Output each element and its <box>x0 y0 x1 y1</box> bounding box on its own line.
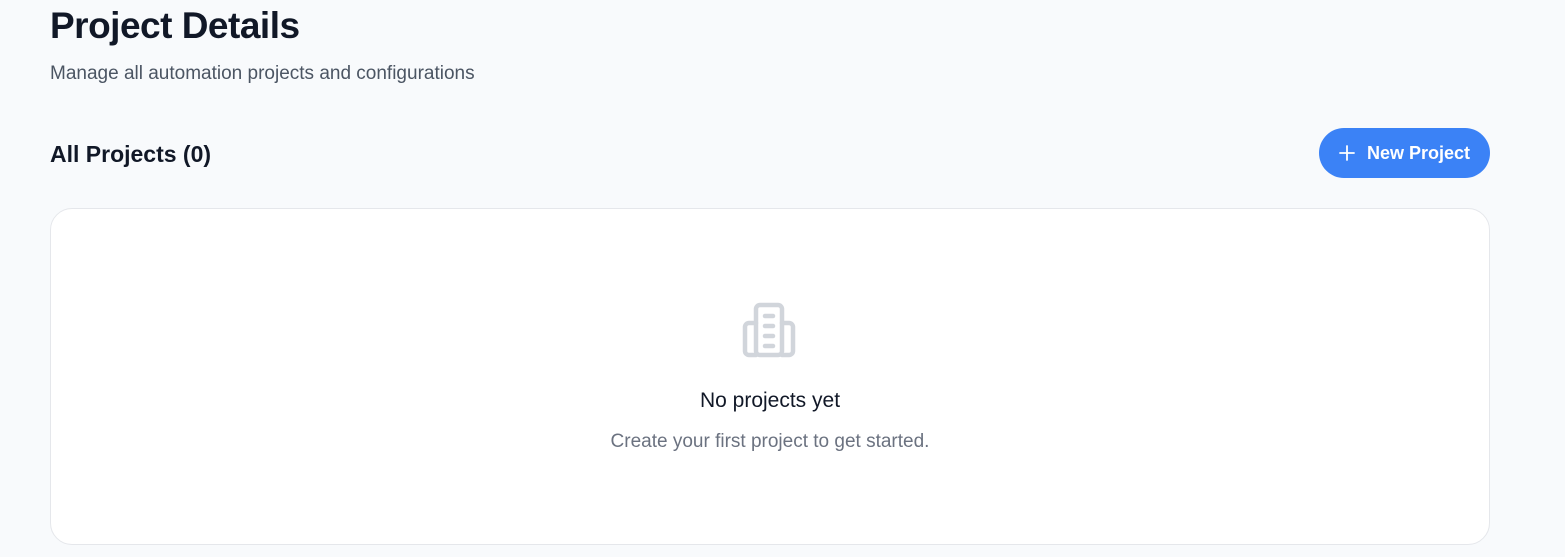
projects-section-title: All Projects (0) <box>50 141 212 167</box>
new-project-button[interactable]: New Project <box>1319 128 1490 178</box>
page-title: Project Details <box>50 5 300 46</box>
plus-icon <box>1339 145 1355 161</box>
empty-state-title: No projects yet <box>699 389 841 412</box>
new-project-button-label: New Project <box>1366 142 1471 163</box>
empty-state-description: Create your first project to get started… <box>610 431 930 452</box>
page-subtitle: Manage all automation projects and confi… <box>50 63 475 84</box>
empty-state: No projects yet Create your first projec… <box>51 301 1489 454</box>
building-icon <box>740 301 800 361</box>
projects-section-header: All Projects (0) New Project <box>50 128 1490 178</box>
projects-list-card: No projects yet Create your first projec… <box>50 208 1490 545</box>
